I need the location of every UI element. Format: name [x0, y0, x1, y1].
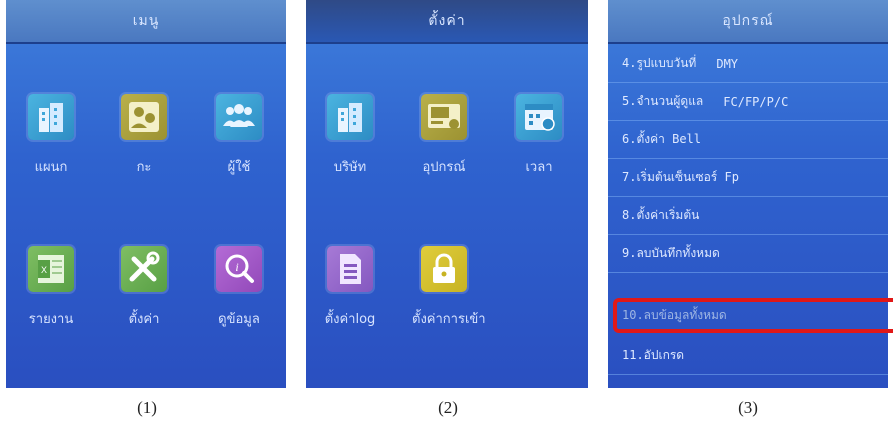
- menu-item-label: 11.อัปเกรด: [622, 348, 685, 362]
- menu-item-date-format[interactable]: 4.รูปแบบวันที่ DMY: [608, 45, 888, 83]
- lock-icon: [421, 246, 467, 292]
- menu-tile-label: ตั้งค่า: [128, 312, 160, 327]
- menu-tile-view-data[interactable]: i ดูข้อมูล: [207, 246, 271, 329]
- excel-report-icon: X: [28, 246, 74, 292]
- menu-tile-department[interactable]: แผนก: [19, 94, 83, 177]
- menu-tile-user[interactable]: ผู้ใช้: [207, 94, 271, 177]
- menu-tile-shift[interactable]: กะ: [112, 94, 176, 177]
- svg-text:X: X: [41, 265, 47, 275]
- menu-item-admin-count[interactable]: 5.จำนวนผู้ดูแล FC/FP/P/C: [608, 83, 888, 121]
- menu-tile-label: แผนก: [34, 160, 68, 175]
- tools-icon: [121, 246, 167, 292]
- highlight-box: [613, 298, 893, 333]
- log-document-icon: [327, 246, 373, 292]
- screen-title: อุปกรณ์: [608, 0, 888, 44]
- caption-2: (2): [438, 398, 458, 417]
- menu-item-label: 5.จำนวนผู้ดูแล: [622, 94, 704, 108]
- menu-tile-company[interactable]: บริษัท: [318, 94, 382, 177]
- menu-tile-log-settings[interactable]: ตั้งค่าlog: [318, 246, 382, 329]
- buildings-icon: [28, 94, 74, 140]
- caption-3: (3): [738, 398, 758, 417]
- screen-title: เมนู: [6, 0, 286, 44]
- menu-item-upgrade[interactable]: 11.อัปเกรด: [608, 337, 888, 375]
- menu-item-factory-defaults[interactable]: 8.ตั้งค่าเริ่มต้น: [608, 197, 888, 235]
- caption-1: (1): [137, 398, 157, 417]
- menu-tile-label: รายงาน: [28, 312, 74, 327]
- screen-settings-menu: ตั้งค่า บริษัท อุปกรณ์ เวลา ตั้งค่าlog ต…: [306, 0, 588, 388]
- menu-item-label: 8.ตั้งค่าเริ่มต้น: [622, 208, 700, 222]
- search-info-icon: i: [216, 246, 262, 292]
- shift-users-icon: [121, 94, 167, 140]
- menu-item-label: 9.ลบบันทึกทั้งหมด: [622, 246, 720, 260]
- menu-tile-device[interactable]: อุปกรณ์: [412, 94, 476, 177]
- screen-main-menu: เมนู แผนก กะ ผู้ใช้ X รายงาน ตั้งค่า i ด…: [6, 0, 286, 388]
- menu-tile-label: เวลา: [525, 160, 553, 175]
- menu-item-init-fp-sensor[interactable]: 7.เริ่มต้นเซ็นเซอร์ Fp: [608, 159, 888, 197]
- menu-tile-settings[interactable]: ตั้งค่า: [112, 246, 176, 329]
- menu-item-label: 4.รูปแบบวันที่: [622, 56, 697, 70]
- menu-tile-label: ดูข้อมูล: [218, 312, 260, 327]
- company-building-icon: [327, 94, 373, 140]
- menu-item-value: FC/FP/P/C: [723, 94, 789, 109]
- menu-item-label: 7.เริ่มต้นเซ็นเซอร์ Fp: [622, 170, 739, 184]
- menu-tile-label: บริษัท: [333, 160, 367, 175]
- menu-tile-label: ผู้ใช้: [227, 160, 251, 175]
- menu-tile-label: ตั้งค่าการเข้า: [412, 312, 486, 327]
- users-icon: [216, 94, 262, 140]
- menu-tile-label: ตั้งค่าlog: [324, 312, 376, 327]
- menu-tile-access-settings[interactable]: ตั้งค่าการเข้า: [412, 246, 486, 329]
- menu-item-bell-settings[interactable]: 6.ตั้งค่า Bell: [608, 121, 888, 159]
- calendar-clock-icon: [516, 94, 562, 140]
- menu-item-value: DMY: [716, 56, 739, 71]
- menu-tile-label: กะ: [136, 160, 152, 175]
- menu-tile-time[interactable]: เวลา: [507, 94, 571, 177]
- device-icon: [421, 94, 467, 140]
- screen-title: ตั้งค่า: [306, 0, 588, 44]
- menu-item-label: 6.ตั้งค่า Bell: [622, 132, 701, 146]
- menu-item-delete-all-logs[interactable]: 9.ลบบันทึกทั้งหมด: [608, 235, 888, 273]
- menu-tile-label: อุปกรณ์: [422, 160, 466, 175]
- menu-tile-report[interactable]: X รายงาน: [19, 246, 83, 329]
- svg-text:i: i: [235, 260, 238, 274]
